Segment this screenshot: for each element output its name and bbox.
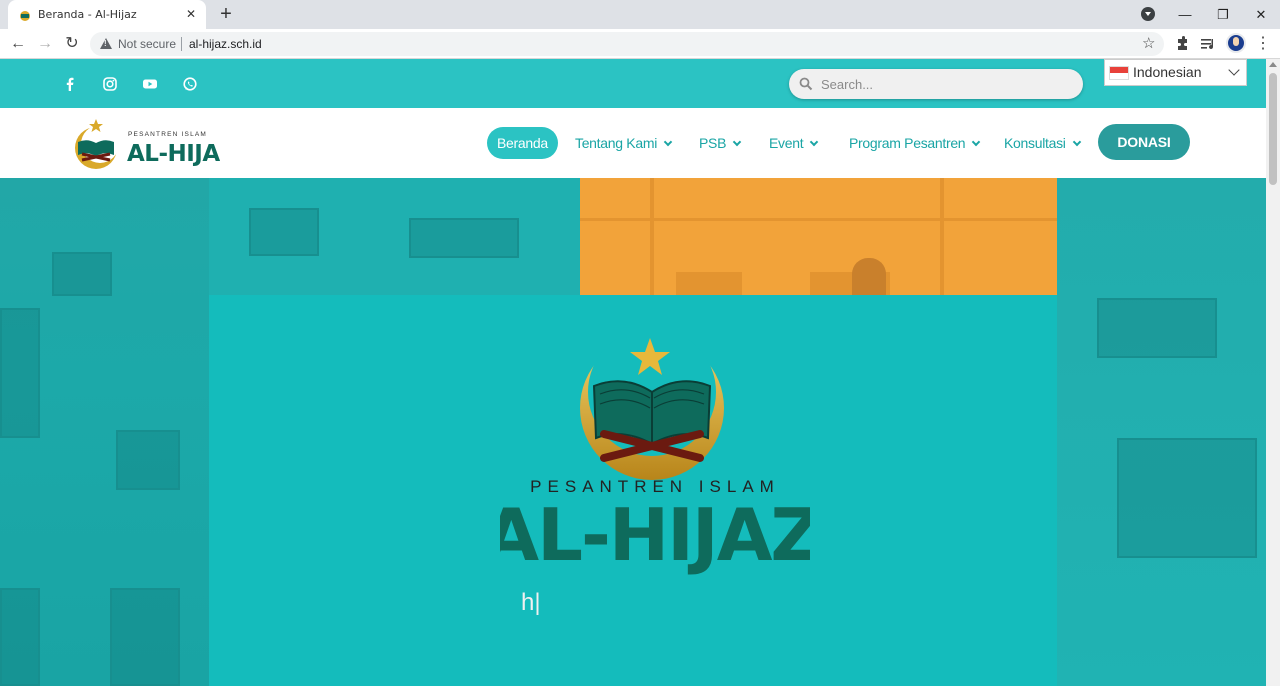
site-logo[interactable]: PESANTREN ISLAM AL-HIJAZ [70, 116, 220, 172]
browser-tab[interactable]: Beranda - Al-Hijaz ✕ [8, 0, 206, 29]
nav-tentang-kami[interactable]: Tentang Kami [575, 127, 673, 159]
search-input[interactable] [821, 75, 1071, 93]
warning-icon [100, 38, 112, 49]
window-restore-button[interactable]: ❐ [1204, 0, 1242, 29]
page-viewport: Indonesian PESANTREN ISLAM AL-HIJAZ Bera… [0, 59, 1266, 686]
nav-beranda[interactable]: Beranda [487, 127, 558, 159]
nav-event[interactable]: Event [769, 127, 819, 159]
nav-konsultasi[interactable]: Konsultasi [1004, 127, 1081, 159]
chevron-down-icon [972, 137, 981, 147]
search-icon [799, 77, 813, 91]
hero-bg-building-left [0, 178, 209, 686]
nav-label: Program Pesantren [849, 135, 966, 151]
reload-icon[interactable]: ↻ [61, 33, 83, 55]
url-text[interactable]: al-hijaz.sch.id [189, 37, 262, 51]
instagram-icon[interactable] [100, 74, 120, 94]
hero-photo [580, 178, 1057, 295]
whatsapp-icon[interactable] [180, 74, 200, 94]
not-secure-label[interactable]: Not secure [118, 37, 176, 51]
media-control-icon[interactable] [1197, 33, 1219, 55]
tab-title: Beranda - Al-Hijaz [38, 8, 137, 21]
nav-label: Tentang Kami [575, 135, 658, 151]
tab-close-icon[interactable]: ✕ [182, 5, 200, 23]
hero-section: PESANTREN ISLAM AL-HIJAZ h| [0, 178, 1266, 686]
hero-bg-building-right [1057, 178, 1266, 686]
forward-icon[interactable]: → [34, 33, 56, 55]
nav-label: PSB [699, 135, 727, 151]
search-box[interactable] [789, 69, 1083, 99]
scroll-thumb[interactable] [1269, 73, 1277, 185]
profile-avatar[interactable] [1226, 33, 1246, 53]
back-icon[interactable]: ← [7, 33, 29, 55]
new-tab-button[interactable]: + [216, 4, 236, 24]
nav-psb[interactable]: PSB [699, 127, 742, 159]
chevron-down-icon [1228, 64, 1240, 76]
top-bar: Indonesian [0, 59, 1266, 108]
chevron-down-icon [1072, 137, 1081, 147]
chevron-down-icon [810, 137, 819, 147]
browser-tabstrip: Beranda - Al-Hijaz ✕ + — ❐ ✕ [0, 0, 1280, 29]
donate-button[interactable]: DONASI [1098, 124, 1190, 160]
facebook-icon[interactable] [60, 74, 80, 94]
language-selector[interactable]: Indonesian [1104, 59, 1247, 86]
nav-label: Konsultasi [1004, 135, 1066, 151]
nav-label: Beranda [497, 135, 548, 151]
youtube-icon[interactable] [140, 74, 160, 94]
browser-toolbar: ← → ↻ Not secure al-hijaz.sch.id ☆ ⋮ [0, 29, 1280, 59]
window-minimize-button[interactable]: — [1166, 0, 1204, 29]
hero-logo-title: AL-HIJAZ [500, 493, 810, 577]
window-close-button[interactable]: ✕ [1242, 0, 1280, 29]
site-header: PESANTREN ISLAM AL-HIJAZ Beranda Tentang… [0, 108, 1266, 178]
browser-menu-icon[interactable]: ⋮ [1252, 33, 1274, 55]
bookmark-star-icon[interactable]: ☆ [1142, 34, 1155, 52]
logo-title: AL-HIJAZ [127, 141, 220, 167]
hero-typed-text: h| [521, 589, 541, 616]
tab-search-icon[interactable] [1141, 7, 1155, 21]
nav-label: Event [769, 135, 804, 151]
chevron-down-icon [663, 137, 673, 147]
chevron-down-icon [732, 137, 742, 147]
extensions-icon[interactable] [1171, 33, 1193, 55]
language-label: Indonesian [1133, 64, 1202, 80]
hero-bg-building-top [209, 178, 580, 295]
hero-logo: PESANTREN ISLAM AL-HIJAZ [500, 338, 810, 577]
nav-program-pesantren[interactable]: Program Pesantren [849, 127, 981, 159]
site-favicon-icon [20, 11, 30, 21]
page-scrollbar[interactable] [1266, 59, 1280, 686]
logo-subtitle: PESANTREN ISLAM [128, 131, 207, 138]
omnibox-divider [181, 37, 182, 51]
scroll-up-icon[interactable] [1269, 62, 1277, 67]
address-bar[interactable]: Not secure al-hijaz.sch.id ☆ [90, 32, 1164, 56]
indonesia-flag-icon [1109, 66, 1129, 80]
